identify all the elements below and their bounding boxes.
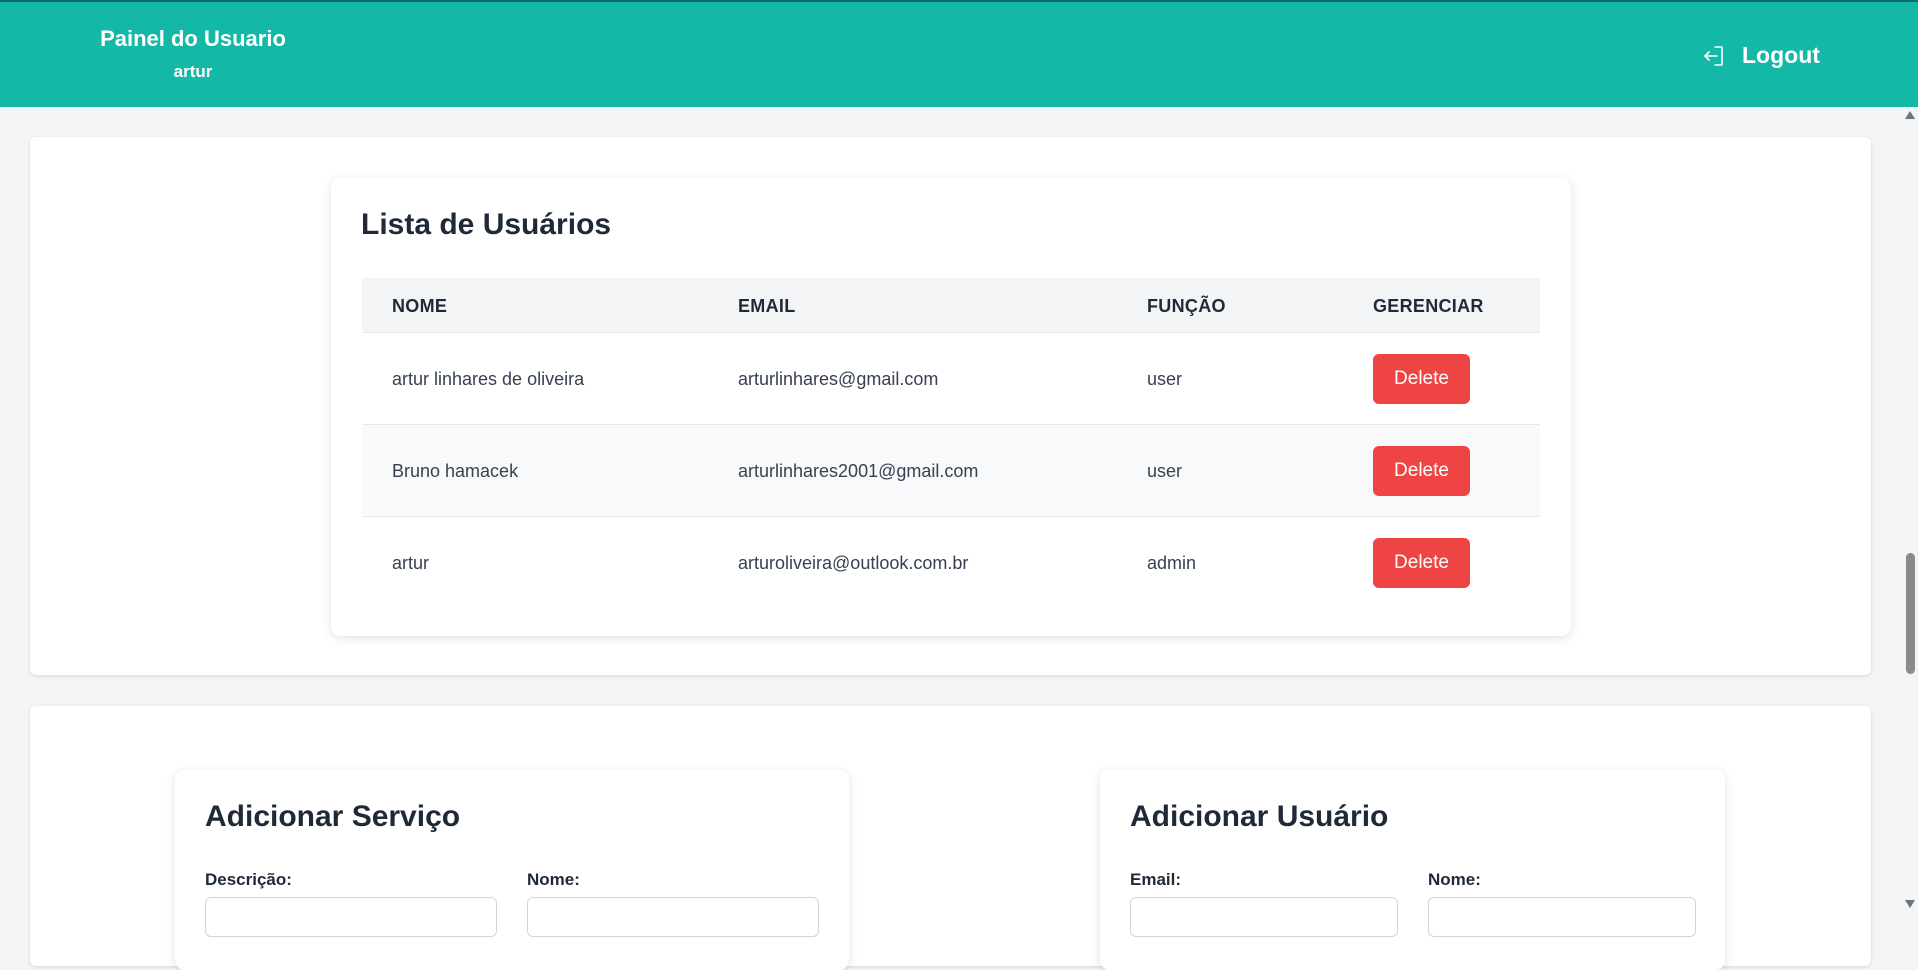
cell-email: arturlinhares@gmail.com bbox=[738, 369, 939, 389]
cell-nome: artur linhares de oliveira bbox=[392, 369, 585, 389]
add-user-title: Adicionar Usuário bbox=[1130, 800, 1389, 833]
user-name-input[interactable] bbox=[1428, 897, 1696, 937]
cell-nome: Bruno hamacek bbox=[392, 461, 519, 481]
cell-funcao: user bbox=[1147, 461, 1183, 481]
service-name-label: Nome: bbox=[527, 870, 580, 889]
cell-funcao: admin bbox=[1147, 553, 1197, 573]
column-header-nome: NOME bbox=[392, 296, 448, 316]
logout-icon bbox=[1702, 44, 1726, 68]
logout-button[interactable]: Logout bbox=[1702, 42, 1820, 69]
users-list-title: Lista de Usuários bbox=[361, 208, 612, 241]
vertical-scrollbar[interactable] bbox=[1902, 107, 1918, 915]
table-row: Bruno hamacek arturlinhares2001@gmail.co… bbox=[362, 424, 1540, 516]
brand: Painel do Usuario artur bbox=[100, 26, 286, 82]
user-email-input[interactable] bbox=[1130, 897, 1398, 937]
cell-email: arturlinhares2001@gmail.com bbox=[738, 461, 979, 481]
delete-user-button[interactable]: Delete bbox=[1373, 354, 1470, 404]
cell-email: arturoliveira@outlook.com.br bbox=[738, 553, 969, 573]
column-header-email: EMAIL bbox=[738, 296, 796, 316]
page-title: Painel do Usuario bbox=[100, 26, 286, 51]
delete-user-button[interactable]: Delete bbox=[1373, 538, 1470, 588]
users-table: NOME EMAIL FUNÇÃO GERENCIAR artur linhar… bbox=[362, 278, 1540, 608]
scrollbar-thumb[interactable] bbox=[1906, 553, 1915, 674]
table-row: artur linhares de oliveira arturlinhares… bbox=[362, 332, 1540, 424]
add-service-title: Adicionar Serviço bbox=[205, 800, 461, 833]
user-name-label: Nome: bbox=[1428, 870, 1481, 889]
user-email-label: Email: bbox=[1130, 870, 1182, 889]
scroll-up-arrow-icon[interactable] bbox=[1905, 111, 1915, 119]
users-list-card: Lista de Usuários NOME EMAIL FUNÇÃO GERE… bbox=[331, 178, 1571, 636]
add-user-card: Adicionar Usuário Email: Nome: bbox=[1100, 770, 1725, 970]
cell-funcao: user bbox=[1147, 369, 1183, 389]
table-row: artur arturoliveira@outlook.com.br admin… bbox=[362, 516, 1540, 608]
delete-user-button[interactable]: Delete bbox=[1373, 446, 1470, 496]
cell-nome: artur bbox=[392, 553, 430, 573]
service-description-label: Descrição: bbox=[205, 870, 292, 889]
service-description-input[interactable] bbox=[205, 897, 497, 937]
logout-label: Logout bbox=[1742, 42, 1820, 68]
service-name-input[interactable] bbox=[527, 897, 819, 937]
add-service-card: Adicionar Serviço Descrição: Nome: bbox=[175, 770, 849, 970]
column-header-gerenciar: GERENCIAR bbox=[1373, 296, 1484, 316]
scroll-down-arrow-icon[interactable] bbox=[1905, 900, 1915, 908]
column-header-funcao: FUNÇÃO bbox=[1147, 296, 1226, 316]
current-username: artur bbox=[173, 62, 213, 81]
top-navbar: Painel do Usuario artur Logout bbox=[0, 0, 1918, 107]
table-header: NOME EMAIL FUNÇÃO GERENCIAR bbox=[362, 278, 1540, 332]
